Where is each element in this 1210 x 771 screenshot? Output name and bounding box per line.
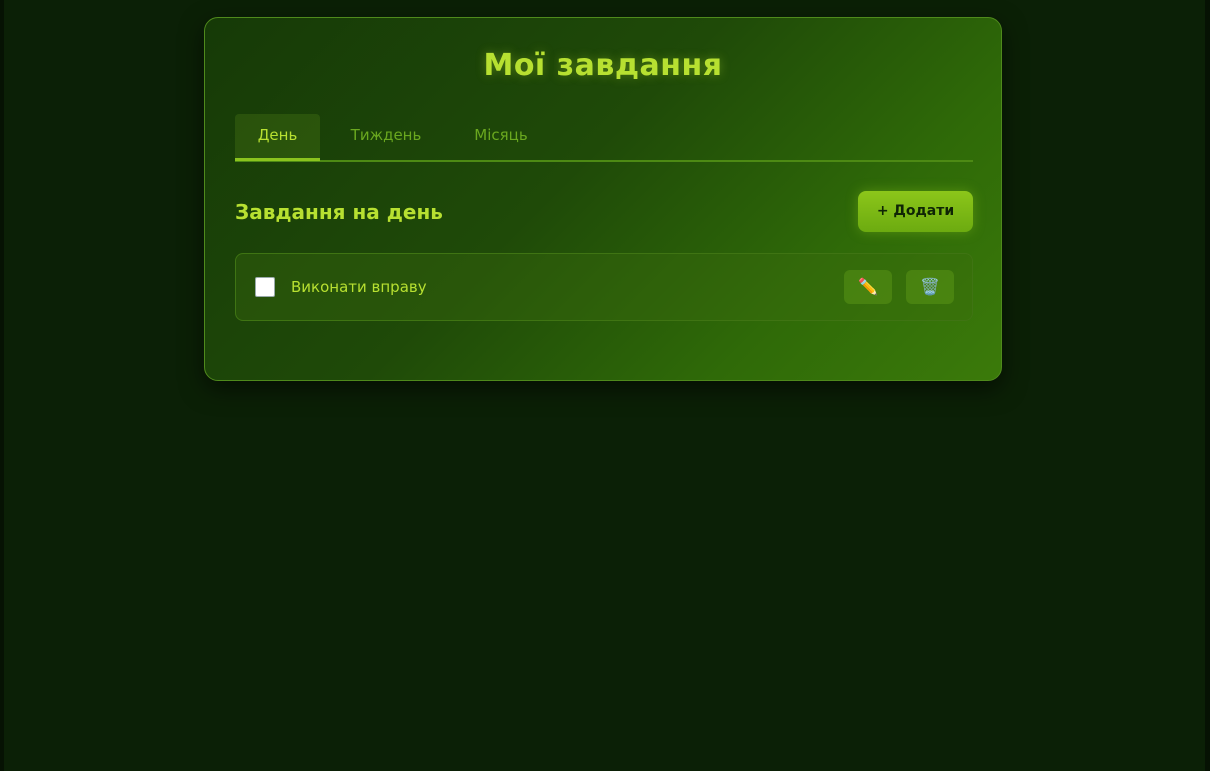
tab-week[interactable]: Тиждень — [335, 114, 437, 158]
right-edge — [1205, 0, 1210, 771]
app-window: Мої завдання День Тиждень Місяць Завданн… — [0, 0, 1210, 771]
edit-task-button[interactable]: ✏️ — [844, 270, 892, 304]
tab-day[interactable]: День — [235, 114, 320, 161]
trash-icon: 🗑️ — [920, 277, 940, 296]
page-title: Мої завдання — [483, 48, 723, 83]
pencil-icon: ✏️ — [858, 277, 878, 296]
task-label: Виконати вправу — [291, 278, 427, 296]
section-title: Завдання на день — [235, 200, 443, 224]
left-edge — [0, 0, 4, 771]
task-checkbox[interactable] — [255, 277, 275, 297]
add-task-button[interactable]: + Додати — [858, 191, 973, 232]
tab-bar: День Тиждень Місяць — [235, 114, 973, 162]
tab-month[interactable]: Місяць — [457, 114, 545, 158]
delete-task-button[interactable]: 🗑️ — [906, 270, 954, 304]
task-item: Виконати вправу ✏️ 🗑️ — [235, 253, 973, 321]
tasks-card: Мої завдання День Тиждень Місяць Завданн… — [204, 17, 1002, 381]
